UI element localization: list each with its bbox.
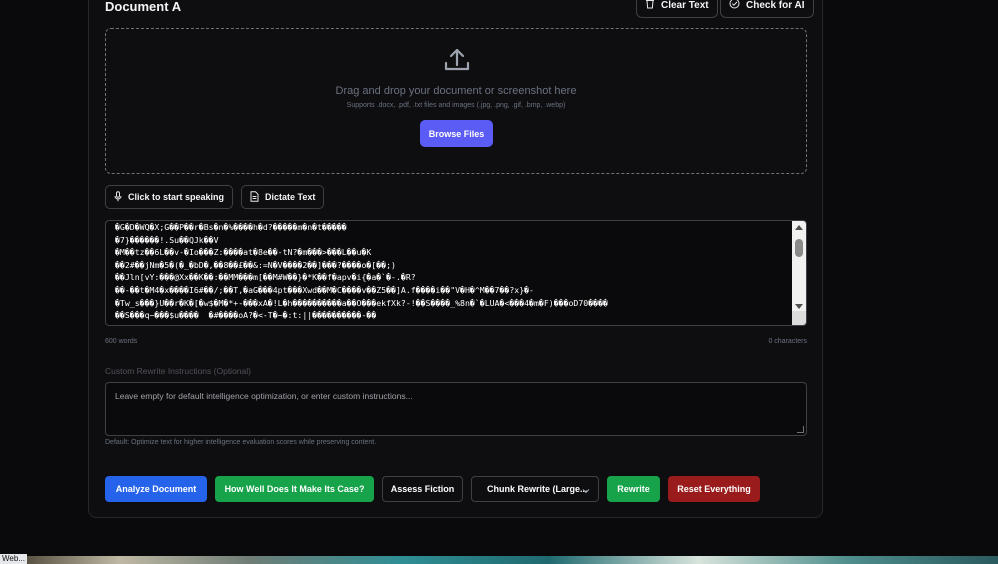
microphone-icon (114, 190, 122, 204)
assess-fiction-button[interactable]: Assess Fiction (382, 476, 463, 502)
trash-icon (645, 0, 655, 12)
dictate-text-button[interactable]: Dictate Text (241, 185, 325, 209)
scroll-thumb[interactable] (795, 239, 803, 257)
rewrite-button[interactable]: Rewrite (607, 476, 660, 502)
chunk-rewrite-select[interactable]: Chunk Rewrite (Large... (471, 476, 599, 502)
file-dropzone[interactable]: Drag and drop your document or screensho… (105, 28, 807, 174)
dropzone-supported-formats: Supports .docx, .pdf, .txt files and ima… (346, 102, 566, 109)
check-ai-button[interactable]: Check for AI (720, 0, 814, 18)
make-its-case-button[interactable]: How Well Does It Make Its Case? (215, 476, 374, 502)
desktop-wallpaper-strip (0, 556, 998, 564)
chevron-down-icon (582, 486, 590, 496)
clear-text-button[interactable]: Clear Text (636, 0, 718, 18)
word-count: 600 words (105, 338, 138, 345)
instructions-resize-handle[interactable] (797, 426, 804, 433)
instructions-placeholder: Leave empty for default intelligence opt… (115, 391, 413, 401)
clear-text-label: Clear Text (661, 0, 709, 11)
text-scrollbar[interactable] (792, 221, 806, 313)
chunk-rewrite-label: Chunk Rewrite (Large... (487, 484, 588, 494)
taskbar-item[interactable]: Web... (0, 554, 27, 564)
resize-handle[interactable] (792, 311, 806, 325)
scroll-down-arrow[interactable] (795, 304, 803, 309)
custom-instructions-input[interactable]: Leave empty for default intelligence opt… (105, 382, 807, 436)
document-title: Document A (105, 0, 182, 14)
browse-files-button[interactable]: Browse Files (420, 120, 493, 147)
check-ai-label: Check for AI (746, 0, 805, 11)
dictate-text-label: Dictate Text (265, 192, 316, 202)
document-text-content: �G�D�WQ�X;G��P��r�Bs�n�%����h�d?�����m�n… (115, 222, 608, 321)
analyze-document-button[interactable]: Analyze Document (105, 476, 207, 502)
file-icon (250, 190, 259, 204)
custom-instructions-label: Custom Rewrite Instructions (Optional) (105, 366, 251, 376)
character-count: 0 characters (768, 338, 807, 345)
upload-icon (444, 47, 470, 78)
dropzone-text: Drag and drop your document or screensho… (335, 85, 577, 97)
start-speaking-button[interactable]: Click to start speaking (105, 185, 234, 209)
check-circle-icon (729, 0, 740, 12)
reset-everything-button[interactable]: Reset Everything (668, 476, 760, 502)
start-speaking-label: Click to start speaking (128, 192, 225, 202)
default-note: Default: Optimize text for higher intell… (105, 439, 377, 446)
document-text-area[interactable]: �G�D�WQ�X;G��P��r�Bs�n�%����h�d?�����m�n… (105, 220, 807, 326)
scroll-up-arrow[interactable] (795, 225, 803, 230)
